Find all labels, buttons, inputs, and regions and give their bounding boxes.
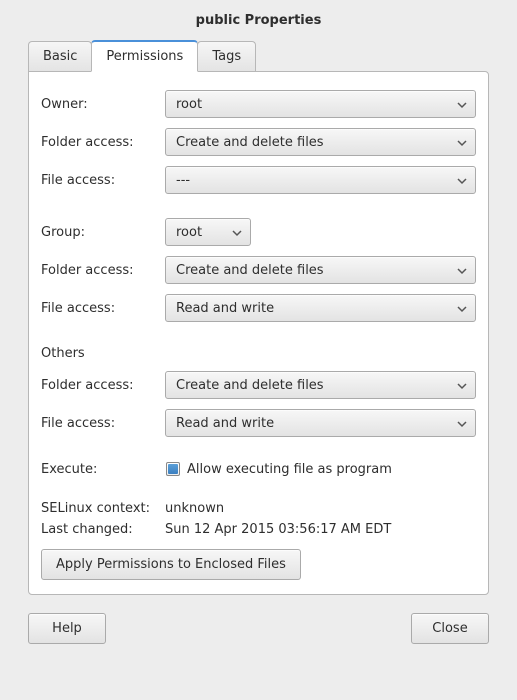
owner-select[interactable]: root xyxy=(165,90,476,118)
chevron-down-icon xyxy=(457,99,467,109)
others-file-access-select[interactable]: Read and write xyxy=(165,409,476,437)
owner-file-access-label: File access: xyxy=(41,173,165,188)
others-file-access-value: Read and write xyxy=(176,416,274,431)
tab-bar: Basic Permissions Tags xyxy=(28,40,489,71)
permissions-panel: Owner: root Folder access: Create and de… xyxy=(28,71,489,595)
group-file-access-value: Read and write xyxy=(176,301,274,316)
checkbox-checked-icon xyxy=(166,462,180,476)
chevron-down-icon xyxy=(457,175,467,185)
lastchanged-value: Sun 12 Apr 2015 03:56:17 AM EDT xyxy=(165,522,476,537)
owner-value: root xyxy=(176,97,202,112)
window-title: public Properties xyxy=(0,0,517,40)
owner-folder-access-value: Create and delete files xyxy=(176,135,324,150)
execute-checkbox[interactable] xyxy=(165,461,181,477)
group-label: Group: xyxy=(41,225,165,240)
chevron-down-icon xyxy=(457,265,467,275)
lastchanged-label: Last changed: xyxy=(41,522,165,537)
tab-tags[interactable]: Tags xyxy=(197,41,256,71)
apply-permissions-button[interactable]: Apply Permissions to Enclosed Files xyxy=(41,549,301,580)
group-file-access-label: File access: xyxy=(41,301,165,316)
chevron-down-icon xyxy=(457,137,467,147)
help-button[interactable]: Help xyxy=(28,613,106,644)
content-area: Basic Permissions Tags Owner: root Folde… xyxy=(0,40,517,658)
chevron-down-icon xyxy=(232,227,242,237)
owner-file-access-value: --- xyxy=(176,173,190,188)
group-folder-access-value: Create and delete files xyxy=(176,263,324,278)
owner-folder-access-select[interactable]: Create and delete files xyxy=(165,128,476,156)
group-value: root xyxy=(176,225,202,240)
others-folder-access-value: Create and delete files xyxy=(176,378,324,393)
close-button[interactable]: Close xyxy=(411,613,489,644)
owner-file-access-select[interactable]: --- xyxy=(165,166,476,194)
others-folder-access-label: Folder access: xyxy=(41,378,165,393)
group-folder-access-select[interactable]: Create and delete files xyxy=(165,256,476,284)
others-folder-access-select[interactable]: Create and delete files xyxy=(165,371,476,399)
chevron-down-icon xyxy=(457,380,467,390)
tab-basic[interactable]: Basic xyxy=(28,41,92,71)
group-file-access-select[interactable]: Read and write xyxy=(165,294,476,322)
dialog-action-area: Help Close xyxy=(28,613,489,644)
owner-folder-access-label: Folder access: xyxy=(41,135,165,150)
chevron-down-icon xyxy=(457,418,467,428)
others-file-access-label: File access: xyxy=(41,416,165,431)
selinux-label: SELinux context: xyxy=(41,501,165,516)
group-select[interactable]: root xyxy=(165,218,251,246)
tab-permissions[interactable]: Permissions xyxy=(91,40,198,72)
selinux-value: unknown xyxy=(165,501,476,516)
execute-label: Execute: xyxy=(41,462,165,477)
execute-check-label: Allow executing file as program xyxy=(187,462,392,477)
group-folder-access-label: Folder access: xyxy=(41,263,165,278)
others-label: Others xyxy=(41,346,165,361)
owner-label: Owner: xyxy=(41,97,165,112)
chevron-down-icon xyxy=(457,303,467,313)
